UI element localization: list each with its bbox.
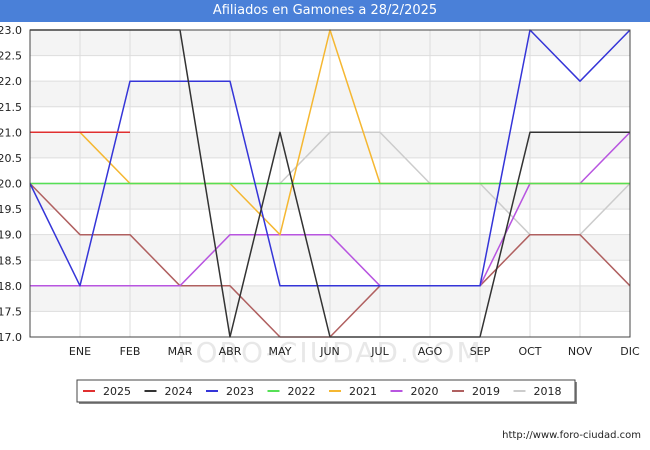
legend-label-2020: 2020 xyxy=(411,385,439,398)
y-tick-label: 22.5 xyxy=(0,50,22,63)
legend-label-2024: 2024 xyxy=(165,385,193,398)
legend-label-2018: 2018 xyxy=(534,385,562,398)
x-tick-label: MAY xyxy=(269,345,292,358)
legend-label-2022: 2022 xyxy=(288,385,316,398)
legend-label-2021: 2021 xyxy=(349,385,377,398)
y-tick-label: 18.0 xyxy=(0,280,22,293)
line-chart: FORO-CIUDAD.COM17.017.518.018.519.019.52… xyxy=(0,24,640,404)
y-tick-label: 17.0 xyxy=(0,331,22,344)
y-tick-label: 19.0 xyxy=(0,229,22,242)
y-tick-label: 21.0 xyxy=(0,126,22,139)
y-tick-label: 23.0 xyxy=(0,24,22,37)
x-tick-label: FEB xyxy=(120,345,141,358)
x-tick-label: JUL xyxy=(370,345,389,358)
x-tick-label: SEP xyxy=(470,345,491,358)
legend-label-2023: 2023 xyxy=(226,385,254,398)
y-tick-label: 19.5 xyxy=(0,203,22,216)
y-tick-label: 20.5 xyxy=(0,152,22,165)
x-tick-label: OCT xyxy=(518,345,541,358)
y-tick-label: 22.0 xyxy=(0,75,22,88)
x-tick-label: DIC xyxy=(620,345,640,358)
legend-label-2019: 2019 xyxy=(472,385,500,398)
x-tick-label: AGO xyxy=(418,345,443,358)
y-tick-label: 17.5 xyxy=(0,305,22,318)
x-tick-label: NOV xyxy=(568,345,593,358)
x-tick-label: ENE xyxy=(69,345,91,358)
legend-label-2025: 2025 xyxy=(103,385,131,398)
y-tick-label: 21.5 xyxy=(0,101,22,114)
y-tick-label: 18.5 xyxy=(0,254,22,267)
x-tick-label: ABR xyxy=(219,345,242,358)
x-tick-label: MAR xyxy=(168,345,193,358)
source-url[interactable]: http://www.foro-ciudad.com xyxy=(502,430,641,441)
x-tick-label: JUN xyxy=(319,345,340,358)
y-tick-label: 20.0 xyxy=(0,178,22,191)
